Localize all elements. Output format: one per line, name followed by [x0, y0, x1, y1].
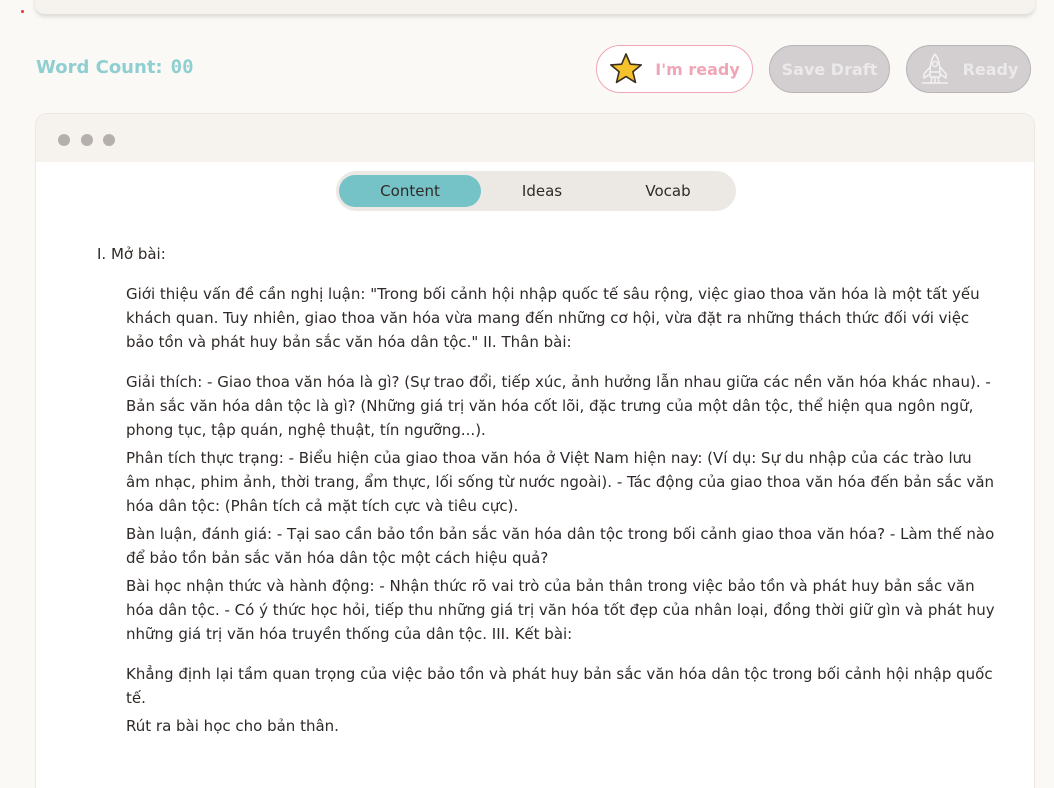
- ready-button[interactable]: Ready: [906, 45, 1031, 93]
- tab-content[interactable]: Content: [339, 175, 481, 207]
- word-count-label: Word Count:: [36, 57, 163, 78]
- save-draft-button[interactable]: Save Draft: [769, 45, 890, 93]
- paragraph: Phân tích thực trạng: - Biểu hiện của gi…: [126, 449, 995, 515]
- im-ready-button[interactable]: I'm ready: [596, 45, 753, 93]
- status-dot: [21, 10, 24, 13]
- tab-vocab[interactable]: Vocab: [604, 175, 732, 207]
- paragraph: Giới thiệu vấn đề cần nghị luận: "Trong …: [126, 285, 980, 351]
- window-dot: [103, 134, 115, 146]
- editor-title-bar: [36, 114, 1034, 162]
- tab-ideas[interactable]: Ideas: [486, 175, 598, 207]
- paragraph: Khẳng định lại tầm quan trọng của việc b…: [126, 665, 993, 707]
- word-count-value: 00: [170, 56, 194, 78]
- word-count: Word Count: 00: [36, 56, 194, 78]
- paragraph: Rút ra bài học cho bản thân.: [126, 717, 339, 735]
- section-heading: I. Mở bài:: [97, 245, 166, 263]
- editor-window: Content Ideas Vocab I. Mở bài: Giới thiệ…: [35, 113, 1035, 788]
- rocket-icon: [919, 52, 951, 86]
- window-dot: [58, 134, 70, 146]
- ready-label: Ready: [962, 59, 1019, 79]
- save-draft-label: Save Draft: [781, 59, 878, 79]
- top-card: [35, 0, 1035, 14]
- tab-bar: Content Ideas Vocab: [336, 171, 736, 211]
- window-dot: [81, 134, 93, 146]
- document-content: I. Mở bài: Giới thiệu vấn đề cần nghị lu…: [97, 242, 997, 742]
- paragraph: Giải thích: - Giao thoa văn hóa là gì? (…: [126, 373, 991, 439]
- im-ready-label: I'm ready: [655, 59, 740, 79]
- paragraph: Bài học nhận thức và hành động: - Nhận t…: [126, 577, 995, 643]
- paragraph: Bàn luận, đánh giá: - Tại sao cần bảo tồ…: [126, 525, 995, 567]
- star-icon: [609, 52, 643, 86]
